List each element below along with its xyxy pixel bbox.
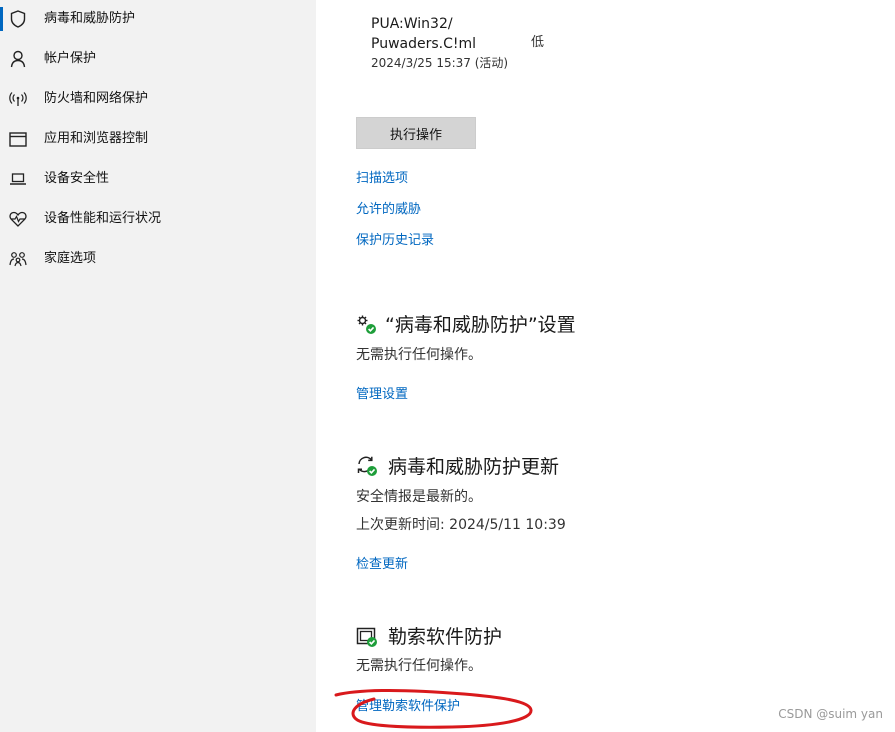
active-indicator	[0, 7, 3, 31]
sidebar-item-firewall[interactable]: 防火墙和网络保护	[0, 81, 316, 117]
scan-options-link[interactable]: 扫描选项	[356, 170, 408, 188]
sidebar-item-app-browser-control[interactable]: 应用和浏览器控制	[0, 121, 316, 157]
sidebar-item-device-performance[interactable]: 设备性能和运行状况	[0, 201, 316, 237]
sidebar-item-virus-threat-protection[interactable]: 病毒和威胁防护	[0, 1, 316, 37]
main-content: PUA:Win32/ Puwaders.C!ml 低 2024/3/25 15:…	[316, 0, 895, 732]
ransomware-status-text: 无需执行任何操作。	[356, 658, 482, 674]
updates-status-text: 安全情报是最新的。	[356, 489, 482, 505]
heart-icon	[8, 209, 28, 229]
start-actions-button[interactable]: 执行操作	[356, 117, 476, 149]
settings-gear-icon	[356, 314, 378, 336]
ransomware-folder-icon	[356, 626, 378, 648]
protection-history-link[interactable]: 保护历史记录	[356, 232, 434, 250]
sidebar-item-label: 设备安全性	[44, 171, 110, 186]
sidebar-item-label: 应用和浏览器控制	[44, 131, 149, 146]
sidebar-item-device-security[interactable]: 设备安全性	[0, 161, 316, 197]
threat-name-line1: PUA:Win32/	[371, 16, 453, 32]
settings-section-title: “病毒和威胁防护”设置	[385, 314, 576, 336]
sidebar-item-label: 病毒和威胁防护	[44, 11, 136, 26]
watermark: CSDN @suim yan	[778, 707, 883, 721]
update-refresh-icon	[356, 455, 378, 477]
sidebar-item-label: 设备性能和运行状况	[44, 211, 162, 226]
windows-security-window: 病毒和威胁防护 帐户保护 防火墙和网络保护 应用和浏览器控制 设备安全性 设备性…	[0, 0, 895, 732]
sidebar-item-label: 帐户保护	[44, 51, 97, 66]
sidebar-item-family-options[interactable]: 家庭选项	[0, 241, 316, 277]
threat-name-line2: Puwaders.C!ml	[371, 36, 477, 52]
allowed-threats-link[interactable]: 允许的威胁	[356, 201, 421, 219]
window-icon	[8, 129, 28, 149]
antenna-icon	[8, 89, 28, 109]
family-icon	[8, 249, 28, 269]
sidebar-item-label: 家庭选项	[44, 251, 97, 266]
last-update-text: 上次更新时间: 2024/5/11 10:39	[356, 517, 566, 533]
sidebar-item-label: 防火墙和网络保护	[44, 91, 149, 106]
sidebar: 病毒和威胁防护 帐户保护 防火墙和网络保护 应用和浏览器控制 设备安全性 设备性…	[0, 0, 316, 732]
laptop-icon	[8, 169, 28, 189]
settings-status-text: 无需执行任何操作。	[356, 347, 482, 363]
manage-settings-link[interactable]: 管理设置	[356, 386, 408, 404]
threat-severity: 低	[531, 35, 545, 50]
ransomware-section-title: 勒索软件防护	[388, 626, 503, 648]
shield-icon	[8, 9, 28, 29]
updates-section-title: 病毒和威胁防护更新	[388, 456, 560, 478]
sidebar-item-account-protection[interactable]: 帐户保护	[0, 41, 316, 77]
manage-ransomware-protection-link[interactable]: 管理勒索软件保护	[356, 698, 460, 716]
threat-datetime: 2024/3/25 15:37 (活动)	[371, 56, 509, 70]
person-icon	[8, 49, 28, 69]
check-updates-link[interactable]: 检查更新	[356, 556, 408, 574]
